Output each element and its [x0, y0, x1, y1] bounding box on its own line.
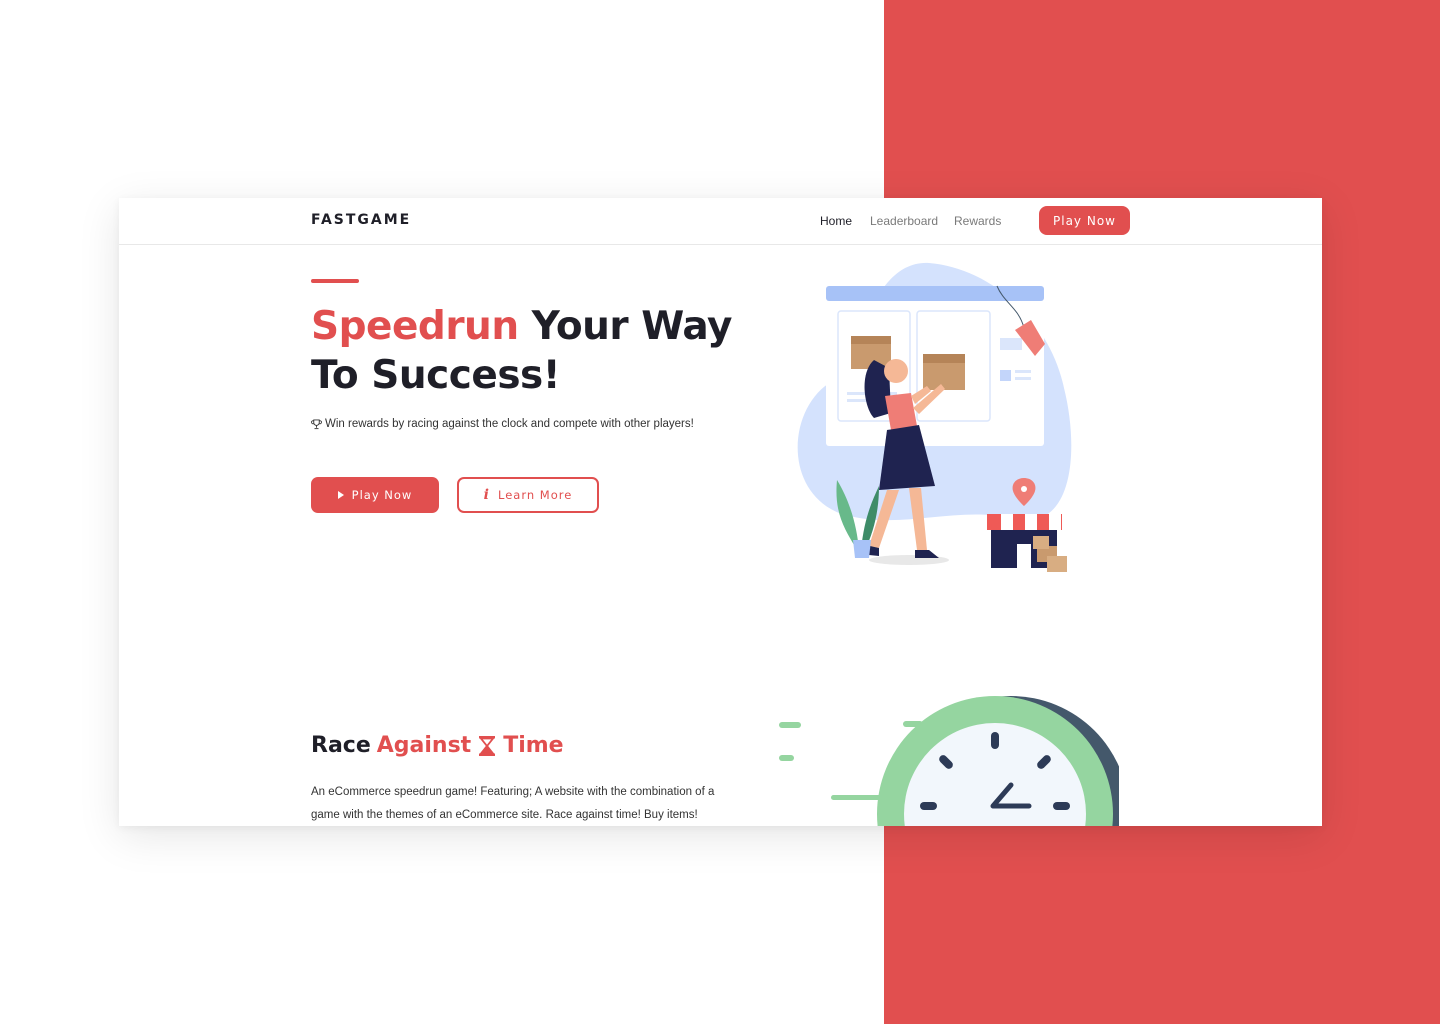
hero-subtitle-row: Win rewards by racing against the clock … — [311, 418, 694, 430]
hourglass-icon — [479, 735, 496, 756]
section-title-part3: Time — [503, 733, 564, 758]
hero-subtitle: Win rewards by racing against the clock … — [325, 418, 694, 430]
nav-link-rewards[interactable]: Rewards — [954, 214, 1001, 228]
hero-accent-bar — [311, 279, 359, 283]
info-icon: i — [483, 487, 490, 503]
nav-link-home[interactable]: Home — [820, 214, 852, 228]
website-preview-card: FASTGAME Home Leaderboard Rewards Play N… — [119, 198, 1322, 826]
section-title: Race Against Time — [311, 733, 564, 758]
hero-title-highlight: Speedrun — [311, 304, 519, 349]
hero-learn-more-label: Learn More — [498, 488, 573, 502]
hero-illustration — [797, 262, 1072, 572]
woman-head — [884, 359, 908, 383]
hero-learn-more-button[interactable]: i Learn More — [457, 477, 599, 513]
section-title-part2: Against — [376, 733, 472, 758]
browser-titlebar — [826, 286, 1044, 301]
play-icon — [337, 491, 344, 499]
hero-play-now-button[interactable]: Play Now — [311, 477, 439, 513]
hero-title: Speedrun Your Way To Success! — [311, 302, 771, 400]
top-navbar: FASTGAME Home Leaderboard Rewards Play N… — [119, 198, 1322, 245]
stopwatch-illustration — [779, 696, 1119, 826]
nav-play-now-button[interactable]: Play Now — [1039, 206, 1130, 235]
trophy-icon — [311, 418, 322, 429]
hero-play-now-label: Play Now — [351, 488, 413, 502]
nav-link-leaderboard[interactable]: Leaderboard — [870, 214, 938, 228]
section-title-part1: Race — [311, 733, 371, 758]
brand-logo[interactable]: FASTGAME — [311, 212, 411, 228]
section-body: An eCommerce speedrun game! Featuring; A… — [311, 786, 715, 821]
